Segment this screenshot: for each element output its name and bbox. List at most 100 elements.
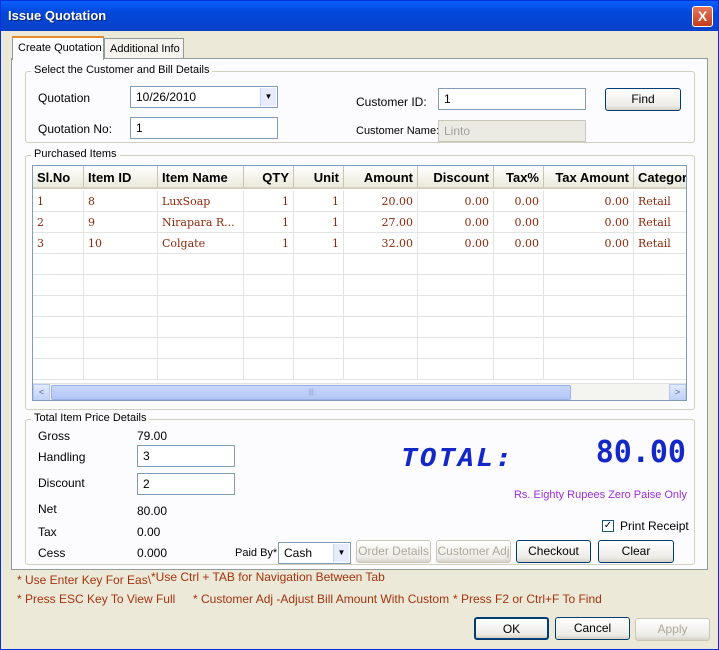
empty-cell[interactable] <box>344 275 418 296</box>
column-header[interactable]: Sl.No <box>33 166 84 189</box>
empty-cell[interactable] <box>244 275 294 296</box>
empty-cell[interactable] <box>418 254 494 275</box>
empty-cell[interactable] <box>158 317 244 338</box>
tab-additional-info[interactable]: Additional Info <box>104 38 184 60</box>
empty-cell[interactable] <box>244 317 294 338</box>
table-cell[interactable]: 1 <box>244 233 294 254</box>
horizontal-scrollbar[interactable]: < ||| > <box>33 383 686 400</box>
empty-cell[interactable] <box>418 359 494 380</box>
tab-create-quotation[interactable]: Create Quotation <box>12 36 104 60</box>
title-bar[interactable]: Issue Quotation X <box>1 1 718 31</box>
scroll-left-button[interactable]: < <box>33 384 50 400</box>
empty-cell[interactable] <box>244 338 294 359</box>
empty-cell[interactable] <box>84 296 158 317</box>
empty-cell[interactable] <box>544 296 634 317</box>
table-cell[interactable]: 0.00 <box>418 233 494 254</box>
table-cell[interactable]: 0.00 <box>418 191 494 212</box>
empty-cell[interactable] <box>418 338 494 359</box>
table-cell[interactable]: 1 <box>294 212 344 233</box>
empty-cell[interactable] <box>158 359 244 380</box>
quotation-date-picker[interactable]: 10/26/2010 ▼ <box>130 86 278 108</box>
empty-cell[interactable] <box>418 296 494 317</box>
table-cell[interactable]: 0.00 <box>494 212 544 233</box>
empty-cell[interactable] <box>634 275 686 296</box>
empty-cell[interactable] <box>33 359 84 380</box>
empty-cell[interactable] <box>158 275 244 296</box>
table-cell[interactable]: 1 <box>294 233 344 254</box>
empty-cell[interactable] <box>344 317 418 338</box>
table-cell[interactable]: 1 <box>244 212 294 233</box>
close-button[interactable]: X <box>692 6 713 27</box>
empty-cell[interactable] <box>84 254 158 275</box>
table-cell[interactable]: Retail <box>634 233 686 254</box>
paid-by-select[interactable]: Cash ▼ <box>278 542 351 564</box>
column-header[interactable]: Categor <box>634 166 686 189</box>
empty-cell[interactable] <box>344 296 418 317</box>
empty-cell[interactable] <box>294 254 344 275</box>
items-grid[interactable]: Sl.No Item ID Item Name QTY Unit Amount Discou… <box>32 165 687 401</box>
empty-cell[interactable] <box>418 275 494 296</box>
empty-cell[interactable] <box>33 317 84 338</box>
table-cell[interactable]: 27.00 <box>344 212 418 233</box>
empty-cell[interactable] <box>344 359 418 380</box>
table-cell[interactable]: 0.00 <box>494 191 544 212</box>
empty-cell[interactable] <box>294 317 344 338</box>
handling-field[interactable]: 3 <box>137 445 235 467</box>
discount-field[interactable]: 2 <box>137 473 235 495</box>
column-header[interactable]: Item ID <box>84 166 158 189</box>
empty-cell[interactable] <box>344 338 418 359</box>
column-header[interactable]: Unit <box>294 166 344 189</box>
checkout-button[interactable]: Checkout <box>516 540 591 563</box>
table-cell[interactable]: 1 <box>244 191 294 212</box>
table-cell[interactable]: 3 <box>33 233 84 254</box>
column-header[interactable]: Item Name <box>158 166 244 189</box>
cancel-button[interactable]: Cancel <box>555 617 630 640</box>
empty-cell[interactable] <box>33 254 84 275</box>
empty-cell[interactable] <box>494 254 544 275</box>
ok-button[interactable]: OK <box>474 617 549 640</box>
empty-cell[interactable] <box>544 254 634 275</box>
chevron-down-icon[interactable]: ▼ <box>260 88 276 106</box>
empty-cell[interactable] <box>294 338 344 359</box>
table-cell[interactable]: 2 <box>33 212 84 233</box>
empty-cell[interactable] <box>84 275 158 296</box>
scroll-right-button[interactable]: > <box>669 384 686 400</box>
empty-cell[interactable] <box>244 254 294 275</box>
empty-cell[interactable] <box>33 296 84 317</box>
empty-cell[interactable] <box>244 296 294 317</box>
scroll-thumb[interactable]: ||| <box>51 385 571 400</box>
empty-cell[interactable] <box>344 254 418 275</box>
column-header[interactable]: Discount <box>418 166 494 189</box>
empty-cell[interactable] <box>494 359 544 380</box>
table-cell[interactable]: 0.00 <box>494 233 544 254</box>
empty-cell[interactable] <box>544 338 634 359</box>
column-header[interactable]: Amount <box>344 166 418 189</box>
clear-button[interactable]: Clear <box>598 540 674 563</box>
empty-cell[interactable] <box>494 338 544 359</box>
empty-cell[interactable] <box>634 254 686 275</box>
table-cell[interactable]: 1 <box>33 191 84 212</box>
table-cell[interactable]: LuxSoap <box>158 191 244 212</box>
empty-cell[interactable] <box>544 317 634 338</box>
table-cell[interactable]: Retail <box>634 212 686 233</box>
empty-cell[interactable] <box>33 338 84 359</box>
empty-cell[interactable] <box>544 275 634 296</box>
column-header[interactable]: Tax Amount <box>544 166 634 189</box>
customer-id-field[interactable]: 1 <box>438 88 586 110</box>
empty-cell[interactable] <box>158 338 244 359</box>
chevron-down-icon[interactable]: ▼ <box>333 544 349 562</box>
table-cell[interactable]: Retail <box>634 191 686 212</box>
empty-cell[interactable] <box>634 317 686 338</box>
empty-cell[interactable] <box>634 359 686 380</box>
table-cell[interactable]: 20.00 <box>344 191 418 212</box>
empty-cell[interactable] <box>294 296 344 317</box>
table-cell[interactable]: 0.00 <box>544 233 634 254</box>
column-header[interactable]: Tax% <box>494 166 544 189</box>
table-cell[interactable]: 1 <box>294 191 344 212</box>
empty-cell[interactable] <box>84 317 158 338</box>
table-cell[interactable]: 0.00 <box>544 191 634 212</box>
table-cell[interactable]: 32.00 <box>344 233 418 254</box>
empty-cell[interactable] <box>494 275 544 296</box>
column-header[interactable]: QTY <box>244 166 294 189</box>
table-cell[interactable]: 0.00 <box>544 212 634 233</box>
